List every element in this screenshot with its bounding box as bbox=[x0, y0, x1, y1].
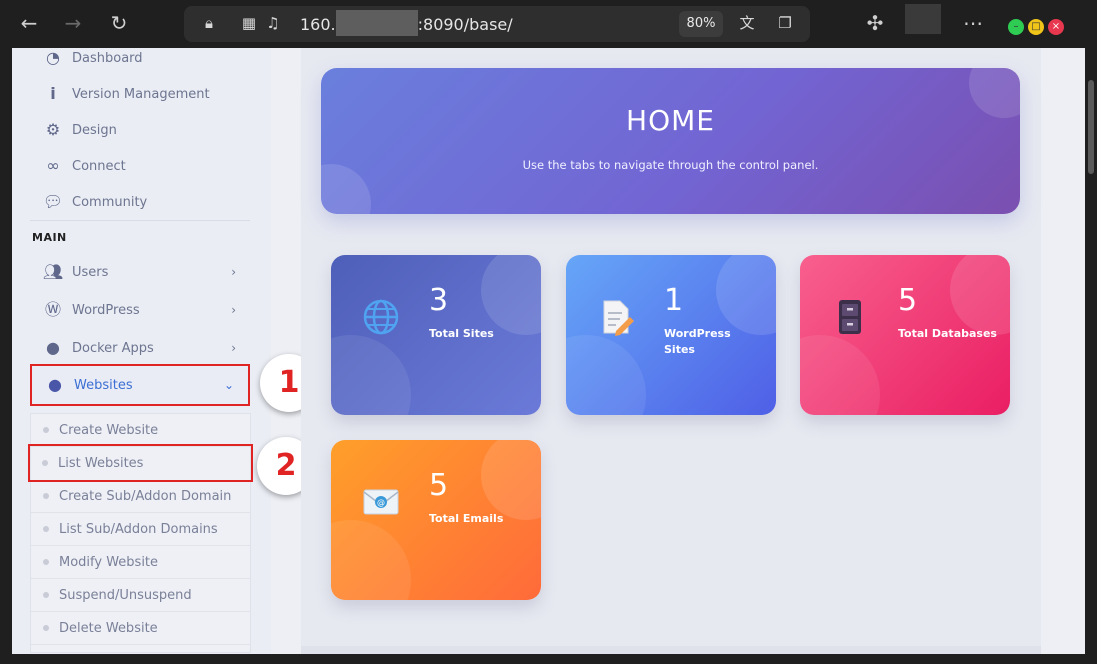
address-bar[interactable]: 🔒︎ ▦ ♫ 160.:8090/base/ 80% 文 ❐ bbox=[184, 6, 810, 42]
bullet-icon bbox=[43, 427, 49, 433]
reload-icon[interactable]: ↻ bbox=[108, 12, 130, 34]
total-sites-value: 3 bbox=[429, 283, 449, 318]
total-emails-label: Total Emails bbox=[429, 512, 504, 525]
sidebar: ◔ Dashboard i Version Management ⚙ Desig… bbox=[12, 48, 271, 654]
zoom-indicator[interactable]: 80% bbox=[679, 11, 723, 37]
svg-text:@: @ bbox=[377, 498, 385, 507]
sidebar-item-version-management[interactable]: i Version Management bbox=[30, 78, 250, 110]
submenu-item-list-sub-addon-domains[interactable]: List Sub/Addon Domains bbox=[31, 513, 250, 546]
redacted-ip bbox=[335, 9, 418, 36]
info-icon: i bbox=[50, 84, 56, 103]
web-page: ◔ Dashboard i Version Management ⚙ Desig… bbox=[12, 48, 1085, 654]
back-arrow-icon[interactable]: ← bbox=[18, 12, 40, 34]
total-databases-label: Total Databases bbox=[898, 327, 997, 340]
sidebar-item-design[interactable]: ⚙ Design bbox=[30, 114, 250, 146]
total-emails-value: 5 bbox=[429, 468, 449, 503]
gear-icon: ⚙ bbox=[45, 120, 61, 139]
wordpress-sites-label: WordPress Sites bbox=[664, 327, 731, 356]
stat-card-wordpress-sites[interactable]: 1 WordPress Sites bbox=[566, 255, 776, 415]
decorative-bubble bbox=[716, 255, 776, 335]
bookmark-icon[interactable]: ❐ bbox=[776, 14, 794, 32]
sidebar-item-users[interactable]: 👥︎ Users › bbox=[30, 256, 250, 288]
page-scrollbar[interactable] bbox=[1085, 48, 1097, 654]
link-icon: ∞ bbox=[46, 156, 60, 175]
close-icon[interactable]: × bbox=[1048, 19, 1064, 35]
bullet-icon bbox=[43, 592, 49, 598]
dashboard-icon: ◔ bbox=[46, 48, 60, 67]
wordpress-sites-value: 1 bbox=[664, 283, 684, 318]
maximize-icon[interactable]: □ bbox=[1028, 19, 1044, 35]
lock-icon[interactable]: 🔒︎ bbox=[200, 14, 218, 32]
bullet-icon bbox=[43, 493, 49, 499]
decorative-bubble bbox=[950, 255, 1010, 335]
bell-muted-icon[interactable]: ♫ bbox=[264, 14, 282, 32]
submenu-item-list-websites[interactable]: List Websites bbox=[28, 444, 253, 482]
profile-avatar[interactable] bbox=[905, 4, 941, 34]
window-controls: – □ × bbox=[1008, 14, 1068, 35]
sidebar-item-docker-apps[interactable]: ● Docker Apps › bbox=[30, 332, 250, 364]
email-icon: @ bbox=[363, 489, 399, 515]
scrollbar-thumb[interactable] bbox=[1088, 80, 1094, 174]
more-menu-icon[interactable]: ⋯ bbox=[962, 12, 984, 34]
chevron-right-icon: › bbox=[231, 303, 236, 317]
main-content: HOME Use the tabs to navigate through th… bbox=[301, 48, 1041, 654]
users-icon: 👥︎ bbox=[42, 262, 64, 281]
browser-toolbar: ← → ↻ 🔒︎ ▦ ♫ 160.:8090/base/ 80% 文 ❐ ✣ ⋯… bbox=[0, 0, 1097, 48]
submenu-item-modify-website[interactable]: Modify Website bbox=[31, 546, 250, 579]
site-settings-icon[interactable]: ▦ bbox=[240, 14, 258, 32]
sidebar-item-connect[interactable]: ∞ Connect bbox=[30, 150, 250, 182]
bullet-icon bbox=[42, 460, 48, 466]
forward-arrow-icon[interactable]: → bbox=[62, 12, 84, 34]
bullet-icon bbox=[43, 526, 49, 532]
submenu-item-create-website[interactable]: Create Website bbox=[31, 414, 250, 447]
bullet-icon bbox=[43, 625, 49, 631]
document-edit-icon bbox=[603, 300, 634, 336]
decorative-bubble bbox=[331, 520, 411, 600]
sidebar-item-community[interactable]: 💬︎ Community bbox=[30, 186, 250, 218]
chevron-right-icon: › bbox=[231, 341, 236, 355]
stat-card-total-sites[interactable]: 3 Total Sites bbox=[331, 255, 541, 415]
sidebar-divider bbox=[30, 220, 250, 221]
globe-icon: ● bbox=[48, 375, 62, 394]
sidebar-item-dashboard[interactable]: ◔ Dashboard bbox=[30, 48, 250, 74]
submenu-item-delete-website[interactable]: Delete Website bbox=[31, 612, 250, 645]
chevron-right-icon: › bbox=[231, 265, 236, 279]
submenu-item-create-sub-addon-domain[interactable]: Create Sub/Addon Domain bbox=[31, 480, 250, 513]
database-cabinet-icon bbox=[839, 300, 861, 334]
globe-icon: ● bbox=[46, 338, 60, 357]
sidebar-item-wordpress[interactable]: Ⓦ WordPress › bbox=[30, 294, 250, 326]
wordpress-icon: Ⓦ bbox=[44, 300, 61, 319]
minimize-icon[interactable]: – bbox=[1008, 19, 1024, 35]
decorative-bubble bbox=[481, 440, 541, 520]
stat-card-total-emails[interactable]: @ 5 Total Emails bbox=[331, 440, 541, 600]
decorative-bubble bbox=[331, 335, 411, 415]
content-bottom-edge bbox=[301, 646, 1041, 654]
total-sites-label: Total Sites bbox=[429, 327, 494, 340]
extensions-icon[interactable]: ✣ bbox=[864, 12, 886, 34]
translate-icon[interactable]: 文 bbox=[738, 14, 756, 32]
globe-icon bbox=[363, 299, 399, 335]
decorative-bubble bbox=[800, 335, 880, 415]
chevron-down-icon: ⌄ bbox=[223, 378, 234, 392]
stat-card-total-databases[interactable]: 5 Total Databases bbox=[800, 255, 1010, 415]
chat-icon: 💬︎ bbox=[42, 192, 64, 211]
url-text[interactable]: 160.:8090/base/ bbox=[300, 9, 513, 36]
decorative-bubble bbox=[481, 255, 541, 335]
decorative-bubble bbox=[566, 335, 646, 415]
home-banner: HOME Use the tabs to navigate through th… bbox=[321, 68, 1020, 214]
bullet-icon bbox=[43, 559, 49, 565]
page-subtitle: Use the tabs to navigate through the con… bbox=[522, 158, 819, 172]
page-title: HOME bbox=[626, 104, 715, 137]
section-title-main: MAIN bbox=[32, 231, 67, 244]
submenu-item-suspend-unsuspend[interactable]: Suspend/Unsuspend bbox=[31, 579, 250, 612]
websites-submenu: Create Website List Websites Create Sub/… bbox=[28, 413, 253, 653]
sidebar-item-websites[interactable]: ● Websites ⌄ bbox=[30, 364, 250, 406]
total-databases-value: 5 bbox=[898, 283, 918, 318]
